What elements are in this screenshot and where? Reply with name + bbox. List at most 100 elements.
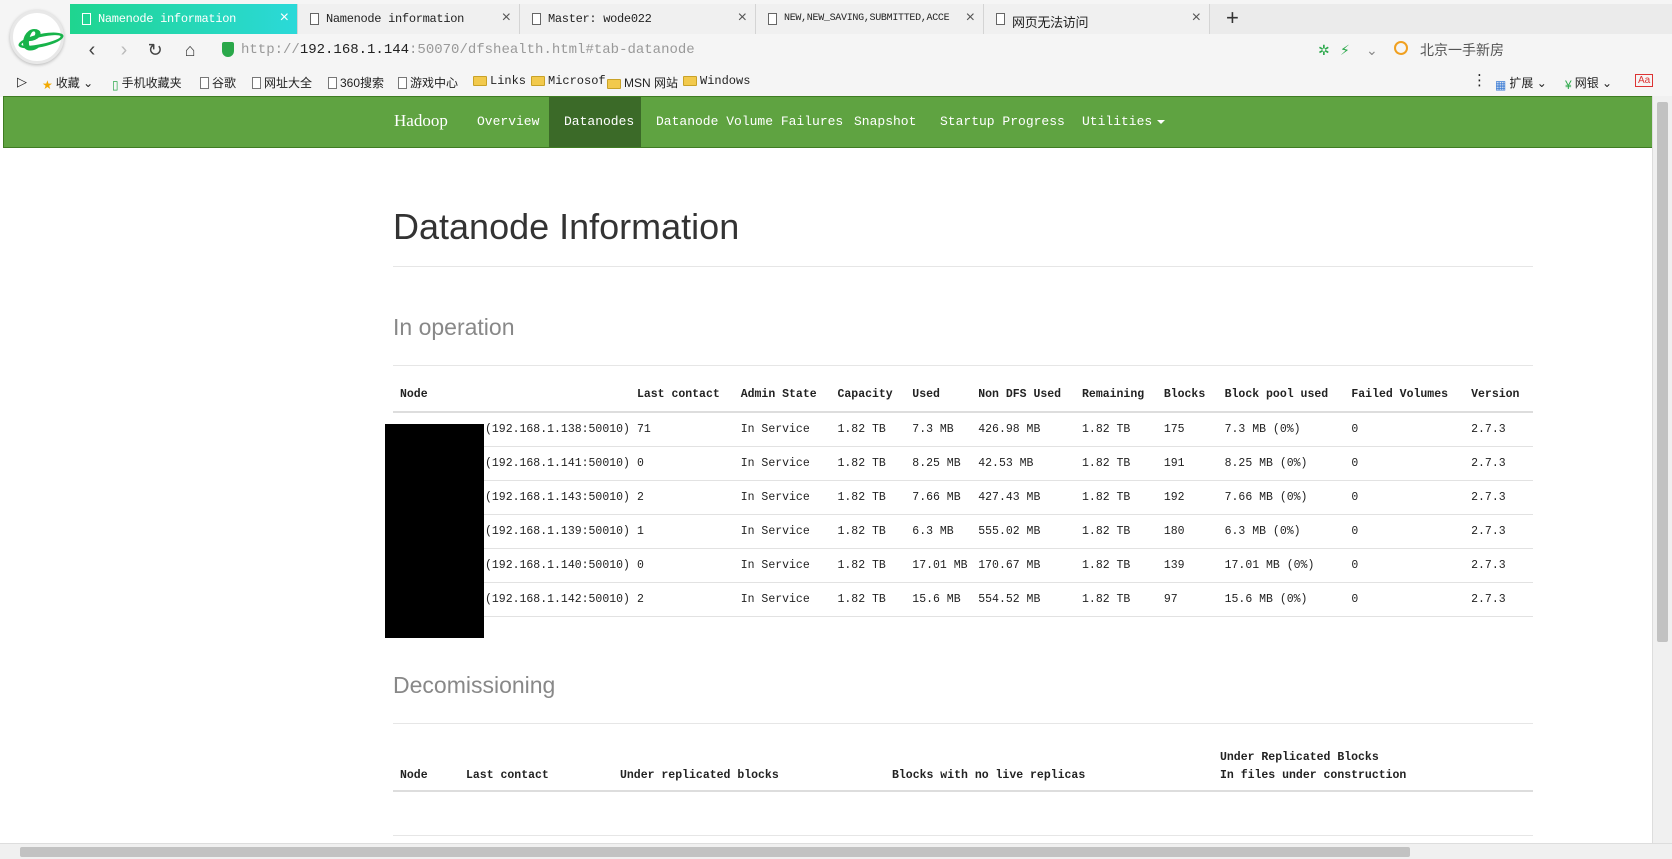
table-row: (192.168.1.140:50010) 0 In Service 1.82 T… xyxy=(393,548,1533,583)
col-capacity[interactable]: Capacity xyxy=(830,378,906,413)
nav-utilities[interactable]: Utilities xyxy=(1082,114,1166,129)
col-node[interactable]: Node xyxy=(393,378,630,413)
col-used[interactable]: Used xyxy=(905,378,972,413)
home-icon[interactable]: ⌂ xyxy=(178,38,202,62)
bookmark-favorites[interactable]: ★ 收藏 ⌄ xyxy=(42,74,93,92)
header-line: Under Replicated Blocks xyxy=(1220,751,1379,764)
bookmark-games[interactable]: 游戏中心 xyxy=(398,74,458,91)
nav-overview[interactable]: Overview xyxy=(477,114,539,129)
dropdown-chevron-icon[interactable]: ⌄ xyxy=(1366,42,1378,59)
divider xyxy=(393,723,1533,724)
folder-icon xyxy=(531,76,545,86)
page-icon xyxy=(82,13,91,25)
bookmark-microsoft[interactable]: Microsof xyxy=(531,74,606,88)
cell: In Service xyxy=(733,514,831,549)
url-input[interactable]: http://192.168.1.144:50070/dfshealth.htm… xyxy=(241,42,695,58)
reload-icon[interactable]: ↻ xyxy=(143,38,167,62)
close-icon[interactable]: × xyxy=(502,9,511,27)
bookmark-360[interactable]: 360搜索 xyxy=(328,74,384,91)
tab-namenode-info-active[interactable]: Namenode information × xyxy=(70,4,298,34)
divider xyxy=(393,365,1533,366)
table-header-row: Node Last contact Admin State Capacity U… xyxy=(393,378,1533,413)
col-admin-state[interactable]: Admin State xyxy=(733,378,831,413)
tab-master[interactable]: Master: wode022 × xyxy=(520,4,756,34)
col-node[interactable]: Node xyxy=(393,745,459,792)
cell: 1.82 TB xyxy=(830,480,906,515)
close-icon[interactable]: × xyxy=(1192,9,1201,27)
sidebar-toggle-icon[interactable]: ▷ xyxy=(17,74,27,90)
new-tab-button[interactable]: + xyxy=(1226,5,1239,31)
search-box[interactable]: 北京一手新房 xyxy=(1420,40,1504,60)
extensions-button[interactable]: ▦ 扩展 ⌄ xyxy=(1495,74,1547,92)
cell: 15.6 MB xyxy=(905,582,972,617)
vertical-scrollbar[interactable] xyxy=(1652,96,1672,843)
col-no-live-replicas[interactable]: Blocks with no live replicas xyxy=(885,745,1213,792)
nav-snapshot[interactable]: Snapshot xyxy=(854,114,916,129)
redacted-hostnames xyxy=(385,424,484,638)
close-icon[interactable]: × xyxy=(280,9,289,27)
divider xyxy=(393,266,1533,267)
back-arrow-icon[interactable]: ‹ xyxy=(80,38,104,62)
main-content: Datanode Information In operation Node L… xyxy=(0,148,1652,843)
page-icon xyxy=(768,13,777,25)
cell: 1.82 TB xyxy=(1075,480,1157,515)
datanode-table: Node Last contact Admin State Capacity U… xyxy=(393,378,1533,617)
col-failed-volumes[interactable]: Failed Volumes xyxy=(1344,378,1465,413)
cell: In Service xyxy=(733,480,831,515)
scroll-thumb[interactable] xyxy=(1657,102,1668,642)
tab-label: Namenode information xyxy=(98,12,237,26)
star-icon: ★ xyxy=(42,78,53,92)
tab-page-unreachable[interactable]: 网页无法访问 × xyxy=(984,4,1210,34)
scroll-thumb[interactable] xyxy=(20,847,1410,857)
forward-arrow-icon[interactable]: › xyxy=(112,38,136,62)
nav-startup-progress[interactable]: Startup Progress xyxy=(940,114,1065,129)
cell: In Service xyxy=(733,446,831,481)
cell: 427.43 MB xyxy=(971,480,1076,515)
table-row: (192.168.1.138:50010) 71 In Service 1.82 … xyxy=(393,412,1533,447)
col-under-replicated-in-construction[interactable]: Under Replicated Blocks In files under c… xyxy=(1213,745,1533,792)
col-non-dfs-used[interactable]: Non DFS Used xyxy=(971,378,1076,413)
cell: 7.66 MB (0%) xyxy=(1217,480,1345,515)
page-icon xyxy=(252,77,261,89)
close-icon[interactable]: × xyxy=(966,9,975,27)
more-menu-icon[interactable]: ⋮ xyxy=(1472,71,1487,89)
col-version[interactable]: Version xyxy=(1464,378,1533,413)
nav-datanodes[interactable]: Datanodes xyxy=(564,114,634,129)
bookmark-windows[interactable]: Windows xyxy=(683,74,750,88)
extensions-icon: ▦ xyxy=(1495,78,1507,92)
refresh-green-icon[interactable]: ✲ xyxy=(1318,42,1330,59)
bookmark-links[interactable]: Links xyxy=(473,74,526,88)
bank-button[interactable]: ¥ 网银 ⌄ xyxy=(1565,74,1612,92)
tab-namenode-info[interactable]: Namenode information × xyxy=(298,4,520,34)
page-icon xyxy=(398,77,407,89)
bookmark-mobile[interactable]: ▯ 手机收藏夹 xyxy=(112,74,182,92)
col-block-pool-used[interactable]: Block pool used xyxy=(1217,378,1345,413)
table-row: (192.168.1.141:50010) 0 In Service 1.82 T… xyxy=(393,446,1533,481)
col-last-contact[interactable]: Last contact xyxy=(459,745,613,792)
col-blocks[interactable]: Blocks xyxy=(1156,378,1218,413)
close-icon[interactable]: × xyxy=(738,9,747,27)
tab-new-saving[interactable]: NEW,NEW_SAVING,SUBMITTED,ACCE × xyxy=(756,4,984,34)
cell: 1.82 TB xyxy=(1075,582,1157,617)
adobe-icon[interactable]: Aa xyxy=(1635,74,1654,87)
search-icon[interactable] xyxy=(1394,41,1408,55)
yen-icon: ¥ xyxy=(1565,78,1572,92)
col-last-contact[interactable]: Last contact xyxy=(629,378,734,413)
cell: 170.67 MB xyxy=(971,548,1076,583)
bookmark-hao[interactable]: 网址大全 xyxy=(252,74,312,91)
cell: 2.7.3 xyxy=(1464,582,1533,617)
col-under-replicated-blocks[interactable]: Under replicated blocks xyxy=(613,745,885,792)
cell: 7.3 MB xyxy=(905,412,972,447)
horizontal-scrollbar[interactable] xyxy=(0,843,1672,859)
cell: 1 xyxy=(629,514,734,549)
bookmark-google[interactable]: 谷歌 xyxy=(200,74,236,91)
cell: 8.25 MB (0%) xyxy=(1217,446,1345,481)
lightning-icon[interactable]: ⚡ xyxy=(1340,42,1350,59)
cell: 2.7.3 xyxy=(1464,412,1533,447)
cell: 17.01 MB xyxy=(905,548,972,583)
nav-datanode-volume-failures[interactable]: Datanode Volume Failures xyxy=(656,114,843,129)
col-remaining[interactable]: Remaining xyxy=(1075,378,1157,413)
hadoop-brand[interactable]: Hadoop xyxy=(394,111,448,131)
table-row: (192.168.1.143:50010) 2 In Service 1.82 T… xyxy=(393,480,1533,515)
bookmark-msn[interactable]: MSN 网站 xyxy=(607,74,678,91)
